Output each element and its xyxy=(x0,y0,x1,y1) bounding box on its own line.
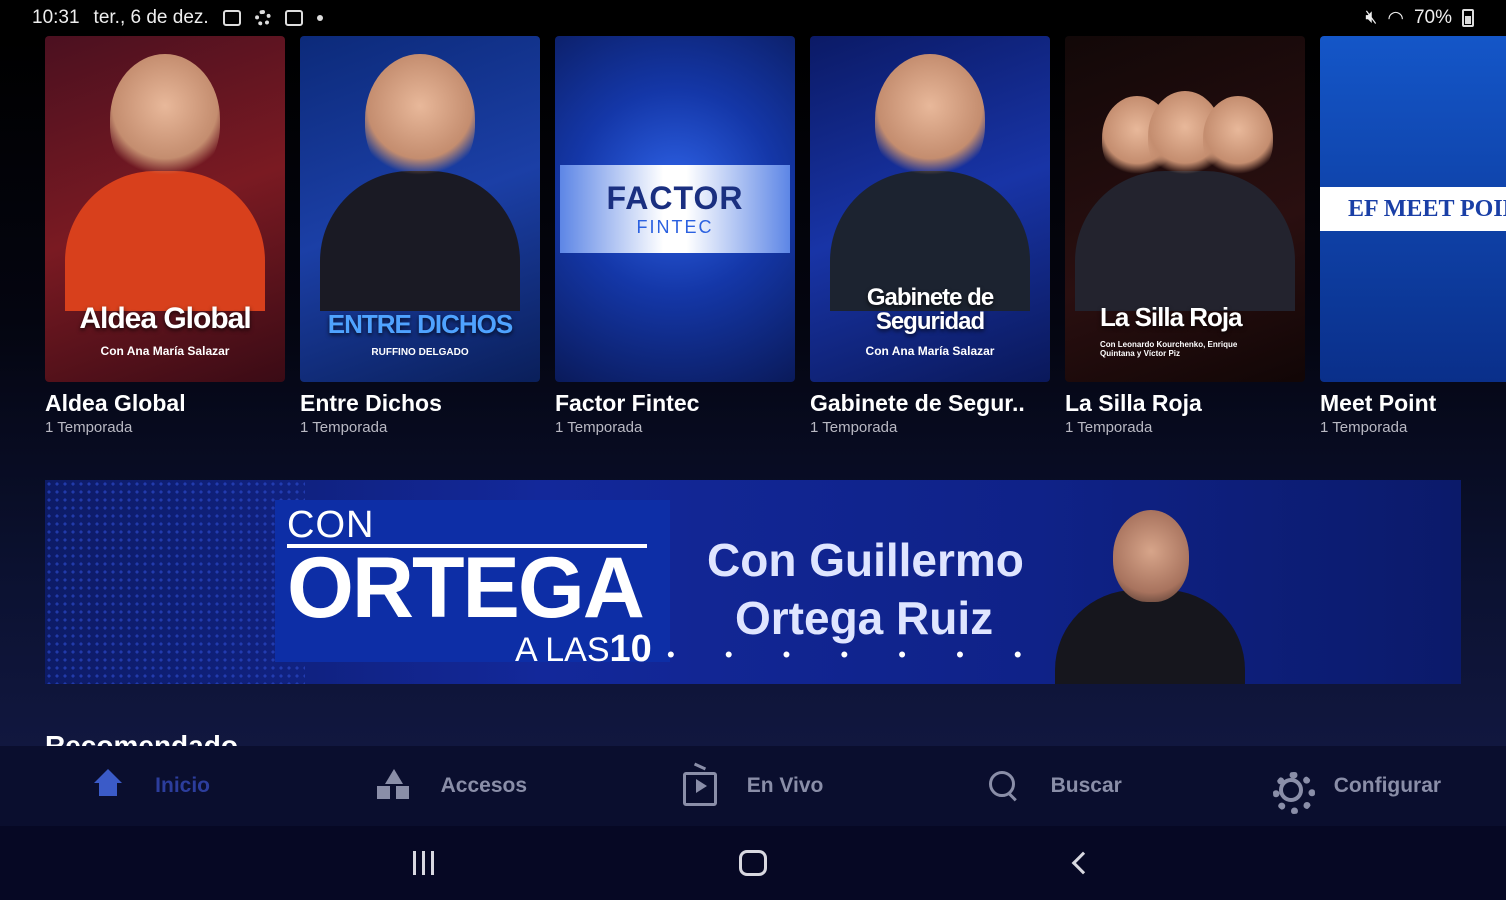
shapes-icon xyxy=(376,769,411,803)
settings-notification-icon xyxy=(254,10,271,26)
show-card-entre-dichos[interactable]: ENTRE DICHOS RUFFINO DELGADO Entre Dicho… xyxy=(300,36,540,436)
more-notifications-icon xyxy=(316,15,323,21)
gear-icon xyxy=(1270,769,1315,814)
show-card-aldea-global[interactable]: Aldea Global Con Ana María Salazar Aldea… xyxy=(45,36,285,436)
wifi-icon: ◠ xyxy=(1387,7,1404,29)
poster-subtitle: Con Leonardo Kourchenko, Enrique Quintan… xyxy=(1100,340,1238,358)
recent-apps-icon xyxy=(412,851,434,875)
poster-subtitle: Con Ana María Salazar xyxy=(865,344,995,358)
check-notification-icon xyxy=(284,10,303,26)
show-seasons: 1 Temporada xyxy=(555,419,643,436)
poster-title: ENTRE DICHOS xyxy=(327,309,513,339)
show-card-la-silla-roja[interactable]: La Silla Roja Con Leonardo Kourchenko, E… xyxy=(1065,36,1305,436)
show-seasons: 1 Temporada xyxy=(300,419,388,436)
show-seasons: 1 Temporada xyxy=(1065,419,1153,436)
show-seasons: 1 Temporada xyxy=(810,419,898,436)
con-ortega-logo: CON ORTEGA A LAS10 xyxy=(275,500,670,668)
nav-inicio[interactable]: Inicio xyxy=(0,769,301,803)
back-button[interactable] xyxy=(918,851,1248,875)
meet-point-logo: EF MEET POINT xyxy=(1320,187,1506,231)
nav-en-vivo[interactable]: En Vivo xyxy=(602,766,903,806)
bottom-navigation: Inicio Accesos En Vivo Buscar Configurar xyxy=(0,746,1506,826)
show-title[interactable]: Gabinete de Segur.. xyxy=(810,390,1050,417)
banner-tagline: Con Guillermo Ortega Ruiz xyxy=(707,534,1024,644)
show-title[interactable]: Meet Point xyxy=(1320,390,1506,417)
status-time: 10:31 xyxy=(32,7,80,28)
mute-icon: 🔇︎ xyxy=(1365,7,1378,28)
live-tv-icon xyxy=(682,772,717,806)
show-poster[interactable]: EF MEET POINT xyxy=(1320,36,1506,382)
nav-configurar[interactable]: Configurar xyxy=(1205,769,1506,814)
nav-label: Configurar xyxy=(1333,774,1442,797)
show-seasons: 1 Temporada xyxy=(1320,419,1408,436)
back-arrow-icon xyxy=(1071,851,1095,875)
battery-icon xyxy=(1462,9,1474,27)
nav-label: Accesos xyxy=(440,774,527,797)
nav-accesos[interactable]: Accesos xyxy=(301,769,602,803)
poster-title: Aldea Global xyxy=(79,302,251,335)
show-poster[interactable]: La Silla Roja Con Leonardo Kourchenko, E… xyxy=(1065,36,1305,382)
show-poster[interactable]: Gabinete de Seguridad Con Ana María Sala… xyxy=(810,36,1050,382)
poster-title: La Silla Roja xyxy=(1100,302,1243,332)
home-button[interactable] xyxy=(588,850,918,876)
show-seasons: 1 Temporada xyxy=(45,419,133,436)
show-title[interactable]: La Silla Roja xyxy=(1065,390,1305,417)
factor-fintec-logo: FACTOR FINTEC xyxy=(560,165,790,253)
show-title[interactable]: Entre Dichos xyxy=(300,390,540,417)
section-title-recomendado: Recomendado xyxy=(45,730,238,746)
nav-buscar[interactable]: Buscar xyxy=(904,769,1205,803)
show-card-meet-point[interactable]: EF MEET POINT Meet Point 1 Temporada xyxy=(1320,36,1506,436)
banner-map-pattern xyxy=(45,480,305,684)
battery-percent: 70% xyxy=(1413,7,1452,28)
show-poster[interactable]: ENTRE DICHOS RUFFINO DELGADO xyxy=(300,36,540,382)
nav-label: Inicio xyxy=(155,774,211,797)
nav-label: Buscar xyxy=(1050,774,1122,797)
status-date: ter., 6 de dez. xyxy=(93,7,209,28)
show-poster[interactable]: Aldea Global Con Ana María Salazar xyxy=(45,36,285,382)
host-photo xyxy=(1055,510,1245,684)
poster-title: Gabinete de Seguridad xyxy=(866,284,994,335)
show-card-factor-fintec[interactable]: FACTOR FINTEC Factor Fintec 1 Temporada xyxy=(555,36,795,436)
show-poster[interactable]: FACTOR FINTEC xyxy=(555,36,795,382)
show-title[interactable]: Factor Fintec xyxy=(555,390,795,417)
home-icon xyxy=(91,769,125,803)
show-title[interactable]: Aldea Global xyxy=(45,390,285,417)
recent-apps-button[interactable] xyxy=(258,851,588,875)
search-icon xyxy=(987,769,1021,803)
status-bar: 10:31 ter., 6 de dez. 🔇︎ ◠ 70% xyxy=(0,0,1506,36)
nav-label: En Vivo xyxy=(746,774,824,797)
poster-subtitle: RUFFINO DELGADO xyxy=(371,347,469,358)
home-circle-icon xyxy=(739,850,767,876)
gallery-notification-icon xyxy=(222,10,241,26)
main-content[interactable]: Aldea Global Con Ana María Salazar Aldea… xyxy=(0,36,1506,746)
poster-subtitle: Con Ana María Salazar xyxy=(100,344,230,358)
show-card-gabinete-de-seguridad[interactable]: Gabinete de Seguridad Con Ana María Sala… xyxy=(810,36,1050,436)
system-navigation-bar xyxy=(0,826,1506,900)
featured-banner-con-ortega[interactable]: CON ORTEGA A LAS10 • • • • • • • Con Gui… xyxy=(45,480,1461,684)
shows-carousel[interactable]: Aldea Global Con Ana María Salazar Aldea… xyxy=(45,36,1506,436)
